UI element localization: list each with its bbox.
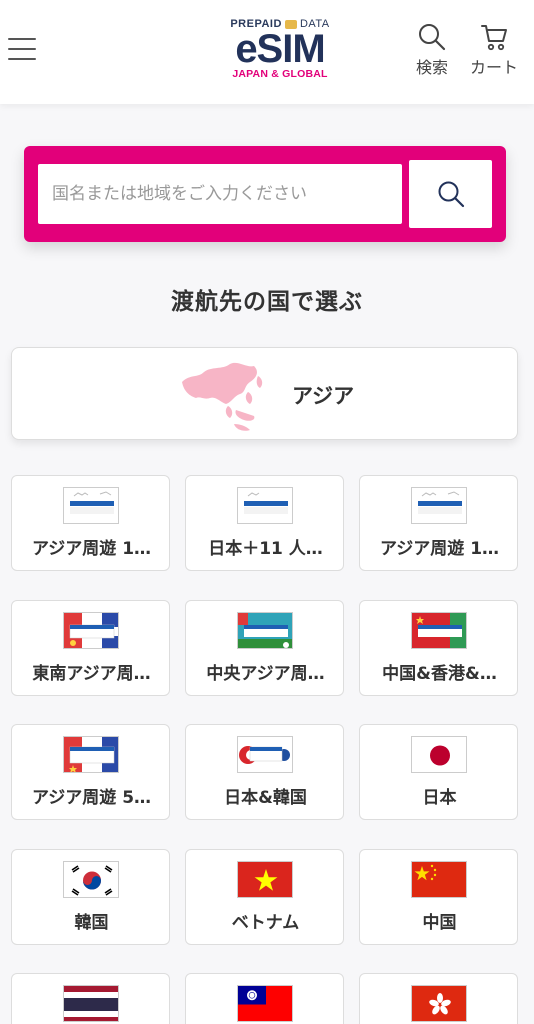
flag-vietnam-icon xyxy=(237,861,293,898)
destination-tile-label: アジア周遊 1… xyxy=(379,539,500,559)
logo-sub: JAPAN & GLOBAL xyxy=(232,68,328,80)
destination-tile[interactable]: ベトナム xyxy=(185,849,344,945)
header-search-button[interactable]: 検索 xyxy=(405,22,459,78)
flag-china-icon xyxy=(411,861,467,898)
header-search-label: 検索 xyxy=(415,58,448,77)
plan-thumbnail xyxy=(63,487,119,524)
destination-tile[interactable]: 日本 xyxy=(359,724,518,820)
destination-tile-label: 中国&香港&… xyxy=(382,664,497,684)
destination-tile-label: アジア周遊 5… xyxy=(31,788,152,808)
destination-tile[interactable]: 韓国 xyxy=(11,849,170,945)
destination-tile[interactable] xyxy=(359,973,518,1024)
plan-thumbnail xyxy=(63,612,119,649)
hamburger-menu-icon[interactable] xyxy=(8,38,36,66)
flag-taiwan-icon xyxy=(237,985,293,1022)
cart-icon xyxy=(481,25,507,51)
destination-search-button[interactable] xyxy=(409,160,492,228)
destination-tile-label: 東南アジア周… xyxy=(32,664,151,684)
destination-tile[interactable]: 東南アジア周… xyxy=(11,600,170,696)
plan-thumbnail xyxy=(237,612,293,649)
flag-thailand-icon xyxy=(63,985,119,1022)
plan-thumbnail xyxy=(237,736,293,773)
destination-tile-label: ベトナム xyxy=(231,913,300,933)
plan-thumbnail xyxy=(411,487,467,524)
flag-japan-icon xyxy=(411,736,467,773)
destination-tile-label: 日本 xyxy=(422,788,457,808)
destination-search-input[interactable] xyxy=(38,164,402,224)
destination-tile[interactable]: 中央アジア周… xyxy=(185,600,344,696)
destination-tile[interactable]: 中国 xyxy=(359,849,518,945)
logo-main: eSIM xyxy=(235,27,325,71)
destination-tile-label: 韓国 xyxy=(74,913,109,933)
destination-tile-label: 中国 xyxy=(422,913,457,933)
plan-thumbnail xyxy=(63,736,119,773)
header-cart-button[interactable]: カート xyxy=(467,22,521,78)
region-label: アジア xyxy=(292,384,355,408)
plan-thumbnail xyxy=(237,487,293,524)
plan-thumbnail xyxy=(411,612,467,649)
destination-tile[interactable] xyxy=(185,973,344,1024)
destination-tile[interactable]: アジア周遊 1… xyxy=(359,475,518,571)
destination-tile[interactable]: 中国&香港&… xyxy=(359,600,518,696)
flag-hongkong-icon xyxy=(411,985,467,1022)
section-title: 渡航先の国で選ぶ xyxy=(171,289,363,315)
destination-tile-label: 日本&韓国 xyxy=(224,788,307,808)
search-icon xyxy=(419,24,446,51)
region-card-asia[interactable]: アジア xyxy=(11,347,518,440)
destination-tile[interactable]: 日本&韓国 xyxy=(185,724,344,820)
header-cart-label: カート xyxy=(469,58,518,77)
destination-tile-label: 中央アジア周… xyxy=(206,664,325,684)
search-icon xyxy=(438,181,464,208)
destination-tile[interactable]: アジア周遊 1… xyxy=(11,475,170,571)
esim-logo[interactable]: PREPAID DATA eSIM JAPAN & GLOBAL xyxy=(215,18,345,88)
destination-tile-label: アジア周遊 1… xyxy=(31,539,152,559)
header: PREPAID DATA eSIM JAPAN & GLOBAL 検索 カート xyxy=(0,0,534,104)
asia-map-icon xyxy=(182,362,263,431)
destination-tile[interactable]: アジア周遊 5… xyxy=(11,724,170,820)
destination-search-box xyxy=(24,146,506,242)
destination-tile[interactable]: 日本＋11 人… xyxy=(185,475,344,571)
flag-korea-icon xyxy=(63,861,119,898)
destination-tile-label: 日本＋11 人… xyxy=(208,539,323,559)
destination-tile[interactable] xyxy=(11,973,170,1024)
